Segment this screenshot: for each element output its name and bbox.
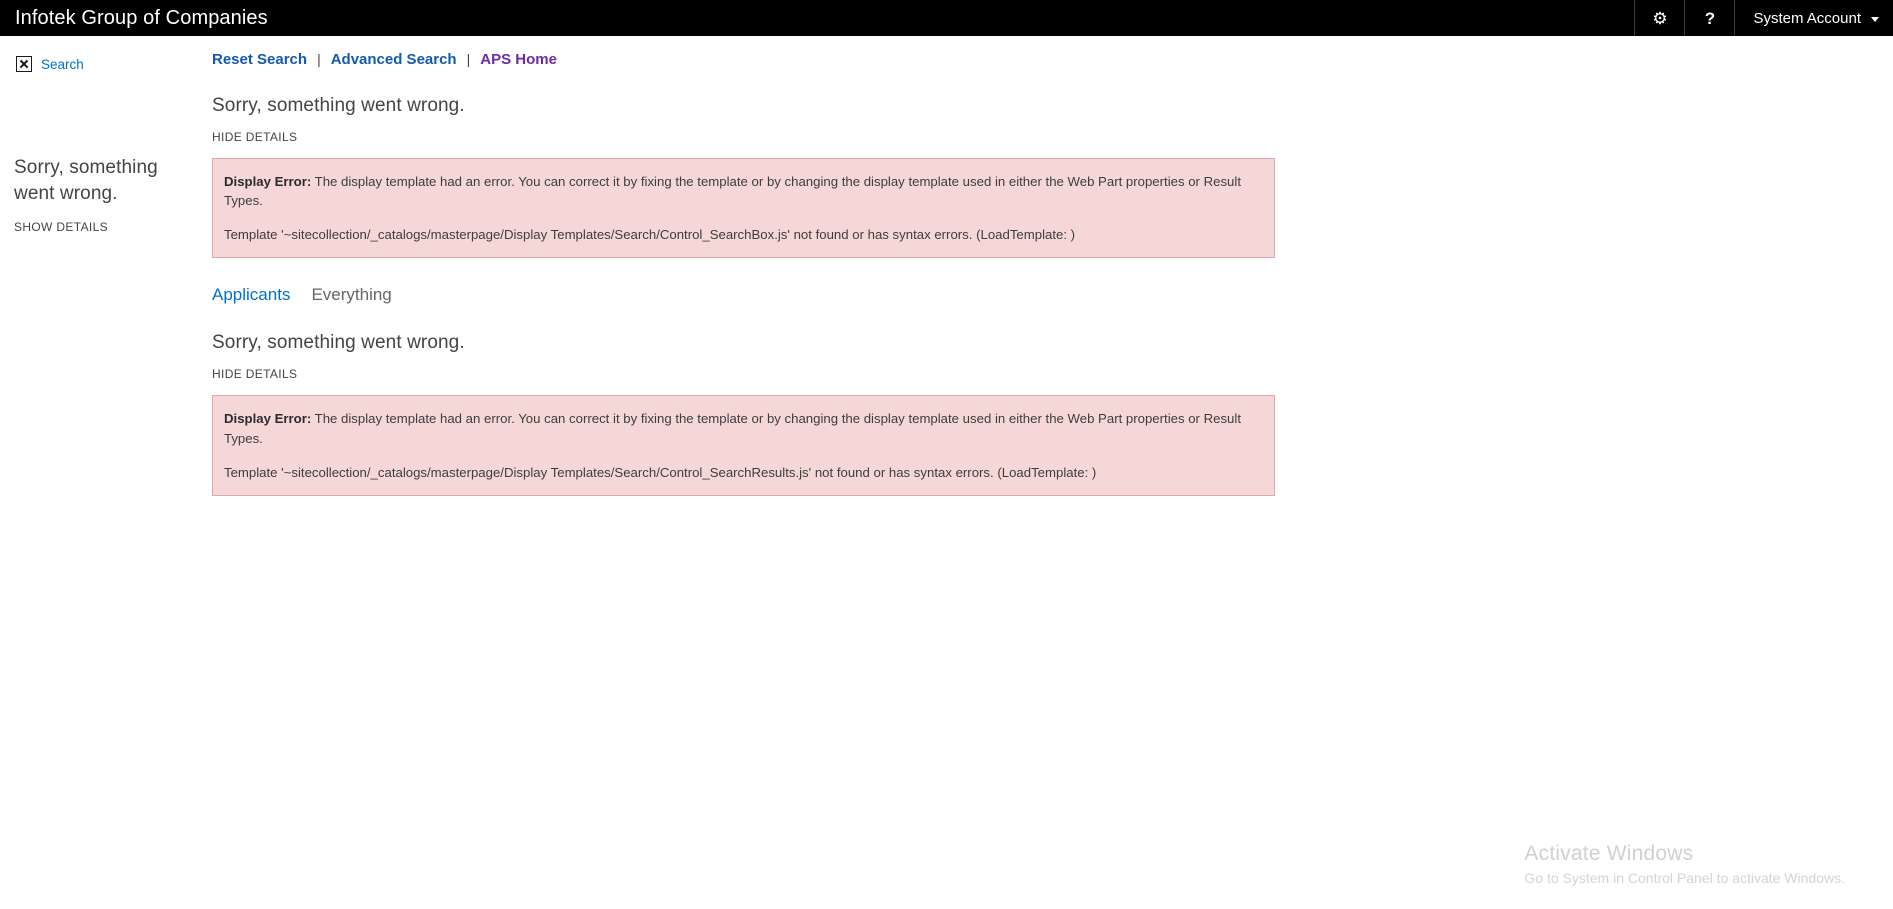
main-content: Reset Search | Advanced Search | APS Hom… [212,36,1893,496]
results-error-message: The display template had an error. You c… [224,411,1241,446]
searchbox-hide-details-toggle[interactable]: HIDE DETAILS [212,130,297,144]
search-nav-links: Reset Search | Advanced Search | APS Hom… [212,36,1893,68]
settings-button[interactable]: ⚙ [1634,0,1684,36]
site-title: Infotek Group of Companies [15,6,268,29]
searchbox-error-heading: Sorry, something went wrong. [212,95,465,116]
help-button[interactable]: ? [1684,0,1734,36]
aps-home-link[interactable]: APS Home [480,51,557,68]
results-hide-details-toggle[interactable]: HIDE DETAILS [212,367,297,381]
searchbox-error-message-line: Display Error: The display template had … [224,172,1262,210]
results-error-label: Display Error: [224,411,312,427]
broken-image-icon [16,56,32,72]
quick-launch-sidebar: Search Sorry, something went wrong. SHOW… [0,36,212,236]
watermark-title: Activate Windows [1524,841,1694,865]
searchbox-error-box: Display Error: The display template had … [212,158,1275,259]
page-body: Search Sorry, something went wrong. SHOW… [0,36,1893,909]
sidebar-error-heading: Sorry, something went wrong. [14,157,158,204]
account-name-label: System Account [1753,9,1861,27]
nav-separator-2: | [466,51,471,67]
chevron-down-icon [1871,16,1879,22]
results-error-message-line: Display Error: The display template had … [224,409,1262,447]
searchbox-error-detail: Template '~sitecollection/_catalogs/mast… [224,227,1076,243]
help-question-icon: ? [1704,8,1716,28]
user-account-menu[interactable]: System Account [1734,0,1893,36]
sidebar-show-details-toggle[interactable]: SHOW DETAILS [14,220,108,234]
suite-bar: Infotek Group of Companies ⚙ ? System Ac… [0,0,1893,36]
search-vertical-applicants[interactable]: Applicants [212,285,290,305]
search-vertical-tabs: Applicants Everything [212,285,1893,305]
nav-separator-1: | [317,51,321,67]
results-webpart-error: Sorry, something went wrong. HIDE DETAIL… [212,332,1893,496]
results-error-box: Display Error: The display template had … [212,395,1275,496]
searchbox-error-message: The display template had an error. You c… [224,174,1241,209]
reset-search-link[interactable]: Reset Search [212,51,307,68]
results-error-heading: Sorry, something went wrong. [212,332,465,354]
windows-activation-watermark: Activate Windows Go to System in Control… [1524,841,1845,887]
results-error-detail: Template '~sitecollection/_catalogs/mast… [224,464,1097,480]
search-vertical-everything[interactable]: Everything [311,285,391,305]
watermark-subtitle: Go to System in Control Panel to activat… [1524,869,1845,886]
advanced-search-link[interactable]: Advanced Search [331,51,457,68]
quick-launch-search-link[interactable]: Search [41,57,84,72]
gear-icon: ⚙ [1652,8,1668,28]
quick-launch-item-search[interactable]: Search [0,53,212,75]
sidebar-error-block: Sorry, something went wrong. SHOW DETAIL… [0,75,212,236]
searchbox-webpart-error: Sorry, something went wrong. HIDE DETAIL… [212,95,1893,259]
searchbox-error-label: Display Error: [224,174,312,189]
